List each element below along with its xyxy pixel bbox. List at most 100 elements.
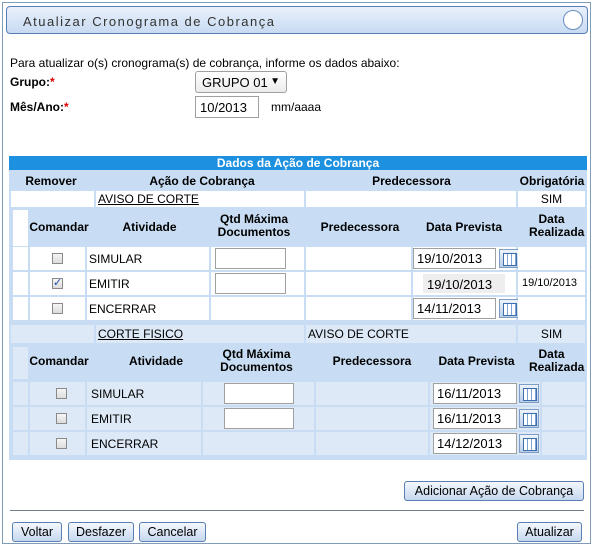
subheader-predecessora: Predecessora: [332, 354, 412, 368]
atividade-cell: EMITIR: [87, 272, 209, 295]
header-predecessora: Predecessora: [372, 174, 451, 188]
comandar-cell: [30, 297, 85, 320]
acao-obrigatoria: SIM: [518, 325, 585, 343]
comandar-cell: [30, 247, 85, 270]
qtd-cell: [211, 297, 304, 320]
qtd-input[interactable]: [215, 273, 286, 294]
calendar-icon[interactable]: [519, 384, 539, 403]
subheader-spacer: [13, 347, 28, 379]
calendar-icon[interactable]: [519, 409, 539, 428]
row-spacer: [13, 297, 28, 320]
atividade-cell: SIMULAR: [87, 382, 201, 405]
qtd-cell: [203, 407, 314, 430]
data-realizada-cell: [542, 432, 585, 455]
title-bar: Atualizar Cronograma de Cobrança: [6, 6, 588, 34]
data-prevista-input[interactable]: 16/11/2013: [433, 408, 517, 429]
acao-link[interactable]: AVISO DE CORTE: [98, 192, 199, 206]
predecessora-cell: [306, 247, 411, 270]
data-prevista-input[interactable]: 16/11/2013: [433, 383, 517, 404]
data-prevista-cell: 19/10/2013: [413, 272, 516, 295]
acao-row: AVISO DE CORTE: [96, 191, 304, 207]
grupo-label-wrap: Grupo:*: [10, 75, 55, 89]
mesano-label-wrap: Mês/Ano:*: [10, 100, 69, 114]
comandar-cell: [30, 432, 85, 455]
subheader-predecessora: Predecessora: [320, 220, 400, 234]
qtd-cell: [203, 432, 314, 455]
required-mark: *: [50, 75, 55, 89]
chevron-down-icon: ▼: [270, 76, 280, 87]
data-prevista-cell: 16/11/2013: [430, 407, 540, 430]
predecessora-cell: [306, 297, 411, 320]
desfazer-button[interactable]: Desfazer: [68, 522, 134, 542]
comandar-checkbox[interactable]: [52, 253, 63, 264]
atualizar-button[interactable]: Atualizar: [517, 522, 582, 542]
title-pill-icon: [563, 10, 583, 30]
qtd-input[interactable]: [215, 248, 286, 269]
mesano-hint: mm/aaaa: [271, 100, 322, 114]
grupo-select[interactable]: GRUPO 01 ▼: [195, 71, 287, 93]
qtd-cell: [211, 272, 304, 295]
data-prevista-cell: 19/10/2013: [413, 247, 519, 270]
predecessora-cell: [316, 432, 428, 455]
voltar-button[interactable]: Voltar: [12, 522, 62, 542]
acao-obrigatoria: SIM: [518, 191, 585, 207]
cancelar-button[interactable]: Cancelar: [139, 522, 206, 542]
data-prevista-input[interactable]: 14/11/2013: [413, 298, 496, 319]
data-realizada-cell: [518, 247, 585, 270]
data-realizada-cell: [542, 407, 585, 430]
row-spacer: [13, 272, 28, 295]
subheader-data-realizada: Data Realizada: [529, 212, 585, 239]
comandar-checkbox[interactable]: [56, 438, 67, 449]
acao-row: CORTE FISICO: [96, 325, 304, 343]
comandar-checkbox[interactable]: [56, 413, 67, 424]
calendar-icon[interactable]: [519, 434, 539, 453]
data-realizada-cell: [542, 382, 585, 405]
row-spacer: [13, 382, 28, 405]
remover-cell: [11, 325, 94, 343]
comandar-checkbox[interactable]: [52, 303, 63, 314]
subheader-spacer: [13, 210, 28, 246]
subheader-atividade: Atividade: [128, 354, 183, 368]
subheader-data-prevista: Data Prevista: [438, 354, 515, 368]
data-prevista-cell: 14/11/2013: [413, 297, 519, 320]
header-remover: Remover: [25, 174, 77, 188]
section-header: Dados da Ação de Cobrança: [9, 156, 587, 170]
subheader-data-realizada: Data Realizada: [529, 347, 585, 374]
subheader-qtd: Qtd Máxima Documentos: [217, 212, 291, 239]
subheader-comandar: Comandar: [29, 220, 89, 234]
remover-cell: [11, 191, 94, 207]
grupo-select-value: GRUPO 01: [202, 75, 268, 90]
qtd-cell: [211, 247, 304, 270]
qtd-input[interactable]: [224, 408, 294, 429]
calendar-icon[interactable]: [499, 299, 519, 318]
row-spacer: [13, 407, 28, 430]
intro-text: Para atualizar o(s) cronograma(s) de cob…: [10, 56, 400, 70]
qtd-input[interactable]: [224, 383, 294, 404]
divider: [10, 510, 584, 511]
qtd-cell: [203, 382, 314, 405]
atividade-cell: SIMULAR: [87, 247, 209, 270]
data-prevista-input[interactable]: 19/10/2013: [413, 248, 496, 269]
subheader-data-prevista: Data Prevista: [425, 220, 503, 234]
mesano-input[interactable]: 10/2013: [195, 96, 259, 118]
adicionar-acao-button[interactable]: Adicionar Ação de Cobrança: [404, 481, 584, 501]
comandar-cell: [30, 272, 85, 295]
header-acao: Ação de Cobrança: [149, 174, 255, 188]
calendar-icon[interactable]: [499, 249, 519, 268]
predecessora-cell: [316, 382, 428, 405]
data-realizada-cell: [518, 297, 585, 320]
mesano-label: Mês/Ano:: [10, 100, 64, 114]
acao-predecessora: [306, 191, 516, 207]
predecessora-cell: [306, 272, 411, 295]
comandar-checkbox[interactable]: [52, 276, 63, 289]
data-realizada-cell: 19/10/2013: [518, 272, 585, 295]
acao-link[interactable]: CORTE FISICO: [98, 327, 183, 341]
data-prevista-input[interactable]: 14/12/2013: [433, 433, 517, 454]
predecessora-cell: [316, 407, 428, 430]
subheader-qtd: Qtd Máxima Documentos: [220, 347, 293, 374]
atividade-cell: ENCERRAR: [87, 297, 209, 320]
comandar-checkbox[interactable]: [56, 388, 67, 399]
comandar-cell: [30, 382, 85, 405]
data-prevista-cell: 16/11/2013: [430, 382, 540, 405]
row-spacer: [13, 247, 28, 270]
